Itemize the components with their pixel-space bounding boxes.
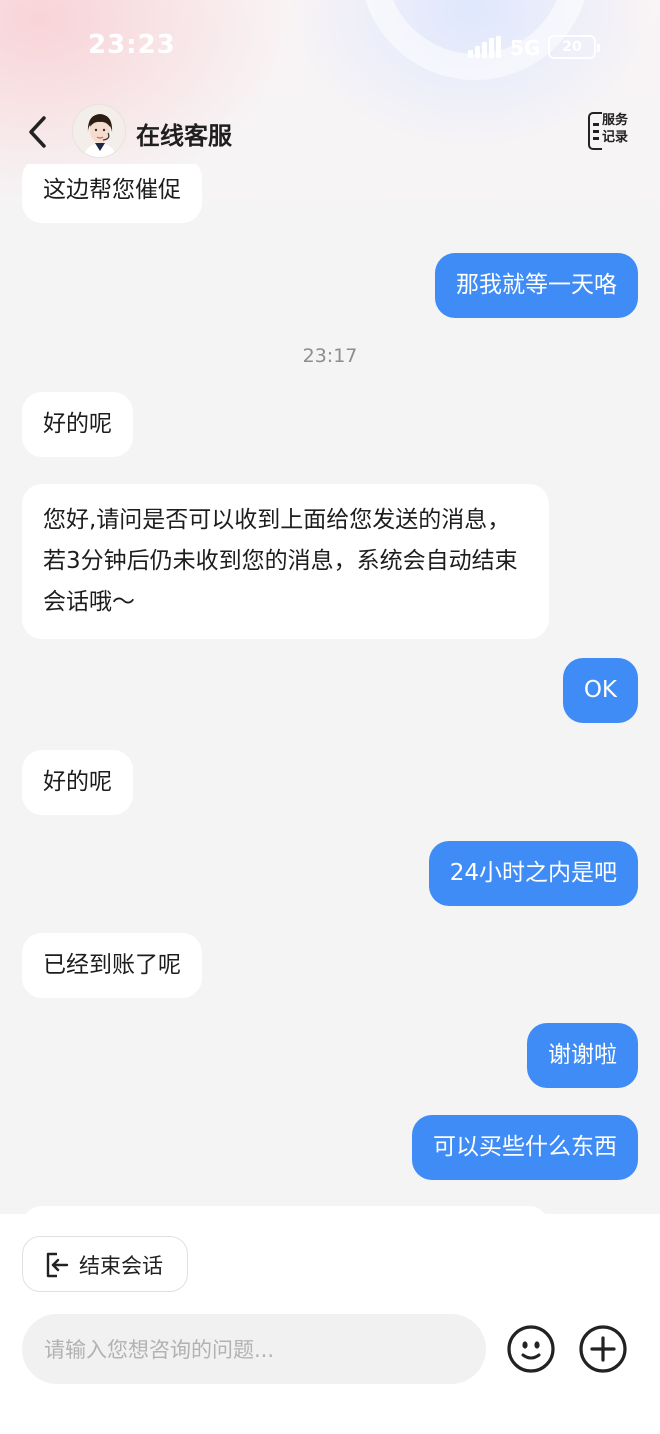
record-label-line2: 记录 [602, 130, 629, 145]
record-label-line1: 服务 [602, 113, 629, 128]
signal-icon [468, 36, 502, 58]
message-incoming: 好的呢 [22, 392, 133, 457]
message-incoming: 已经到账了呢 [22, 933, 202, 998]
status-bar: 23:23 5G 20 [0, 0, 660, 100]
message-outgoing: 可以买些什么东西 [412, 1115, 638, 1180]
input-panel: 结束会话 请输入您想咨询的问题... [0, 1214, 660, 1434]
back-button[interactable] [18, 108, 58, 152]
message-list[interactable]: 这边帮您催促 那我就等一天咯 23:17 好的呢 您好,请问是否可以收到上面给您… [0, 164, 660, 1214]
network-type: 5G [510, 36, 541, 60]
back-chevron-icon [29, 116, 46, 148]
service-record-icon [588, 112, 602, 150]
message-outgoing: 谢谢啦 [527, 1023, 638, 1088]
service-record-button[interactable]: 服务 记录 [588, 112, 636, 152]
emoji-icon [507, 1325, 555, 1373]
chat-screen: 23:23 5G 20 在线客服 服务 记录 这边帮您催促 那我就等一天咯 23… [0, 0, 660, 1434]
message-incoming-partial [22, 1206, 549, 1214]
end-session-button[interactable]: 结束会话 [22, 1236, 188, 1292]
battery-icon: 20 [548, 35, 600, 59]
end-session-label: 结束会话 [79, 1254, 163, 1278]
input-placeholder: 请输入您想咨询的问题... [44, 1338, 275, 1362]
message-outgoing: 那我就等一天咯 [435, 253, 638, 318]
message-incoming: 这边帮您催促 [22, 164, 202, 223]
message-input[interactable]: 请输入您想咨询的问题... [22, 1314, 486, 1384]
nav-bar: 在线客服 服务 记录 [0, 100, 660, 164]
plus-icon [579, 1325, 627, 1373]
emoji-button[interactable] [506, 1324, 556, 1374]
agent-avatar[interactable] [72, 104, 126, 158]
message-outgoing: 24小时之内是吧 [428, 841, 638, 906]
message-incoming: 好的呢 [22, 750, 133, 815]
message-incoming: 您好,请问是否可以收到上面给您发送的消息，若3分钟后仍未收到您的消息，系统会自动… [22, 484, 549, 639]
message-timestamp: 23:17 [302, 345, 358, 367]
status-time: 23:23 [88, 30, 176, 60]
message-outgoing: OK [562, 658, 638, 723]
more-button[interactable] [578, 1324, 628, 1374]
page-title: 在线客服 [136, 122, 232, 150]
exit-icon [46, 1252, 69, 1278]
